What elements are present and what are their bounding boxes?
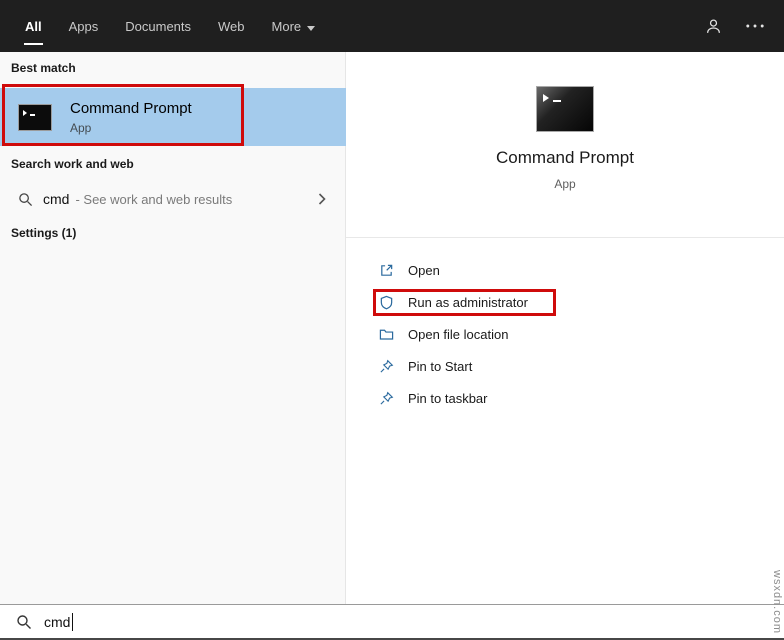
search-icon <box>18 192 33 207</box>
results-panel: Best match Command Prompt App Search wor… <box>0 52 346 604</box>
best-match-subtitle: App <box>70 120 92 135</box>
action-open-file-location-label: Open file location <box>408 326 509 342</box>
action-open-label: Open <box>408 262 440 278</box>
action-run-as-administrator[interactable]: Run as administrator <box>346 286 784 318</box>
search-input[interactable]: cmd <box>0 604 784 640</box>
app-title: Command Prompt <box>496 148 634 167</box>
tab-more[interactable]: More <box>271 0 317 52</box>
tab-apps[interactable]: Apps <box>68 0 100 52</box>
app-hero: Command Prompt App <box>346 86 784 191</box>
chevron-right-icon[interactable] <box>318 192 326 210</box>
tab-all[interactable]: All <box>24 0 43 52</box>
action-pin-to-start[interactable]: Pin to Start <box>346 350 784 382</box>
tab-more-label: More <box>271 18 302 34</box>
folder-icon <box>379 327 394 342</box>
command-prompt-icon <box>18 103 52 131</box>
prompt-chevron-shape <box>23 109 27 116</box>
best-match-header: Best match <box>11 61 76 75</box>
web-suggestion-row[interactable]: cmd - See work and web results <box>0 181 346 217</box>
action-pin-to-taskbar-label: Pin to taskbar <box>408 390 488 406</box>
action-open[interactable]: Open <box>346 254 784 286</box>
filter-tabs: All Apps Documents Web More <box>24 0 316 52</box>
action-pin-to-start-label: Pin to Start <box>408 358 473 374</box>
suggestion-hint: - See work and web results <box>75 191 233 207</box>
topbar-actions <box>705 18 764 35</box>
best-match-result-command-prompt[interactable]: Command Prompt App <box>0 88 346 146</box>
command-prompt-icon-large <box>536 86 594 132</box>
text-caret <box>72 612 74 631</box>
pin-icon <box>379 391 394 406</box>
best-match-title: Command Prompt <box>70 99 192 117</box>
search-input-value: cmd <box>44 613 71 630</box>
suggestion-query: cmd <box>43 191 70 207</box>
settings-section-header[interactable]: Settings (1) <box>11 226 76 240</box>
action-list: Open Run as administrator Open file loca… <box>346 254 784 414</box>
open-icon <box>379 263 394 278</box>
ellipsis-icon[interactable] <box>746 24 764 28</box>
action-pin-to-taskbar[interactable]: Pin to taskbar <box>346 382 784 414</box>
preview-panel: Command Prompt App Open Run as administr… <box>346 52 784 604</box>
chevron-down-icon <box>307 19 316 34</box>
app-subtitle: App <box>554 177 576 191</box>
shield-icon <box>379 295 394 310</box>
pin-icon <box>379 359 394 374</box>
tab-web[interactable]: Web <box>217 0 246 52</box>
divider <box>346 237 784 238</box>
best-match-text: Command Prompt App <box>70 100 192 135</box>
search-work-web-header: Search work and web <box>11 157 134 171</box>
search-filter-bar: All Apps Documents Web More <box>0 0 784 52</box>
action-open-file-location[interactable]: Open file location <box>346 318 784 350</box>
search-icon <box>16 614 32 630</box>
user-icon[interactable] <box>705 18 722 35</box>
action-run-admin-label: Run as administrator <box>408 294 528 310</box>
tab-documents[interactable]: Documents <box>124 0 192 52</box>
prompt-underscore-shape <box>30 113 35 116</box>
prompt-chevron-shape <box>543 94 549 102</box>
windows-search-flyout: All Apps Documents Web More Best match C… <box>0 0 784 640</box>
watermark-text: wsxdn.com <box>771 569 783 634</box>
prompt-underscore-shape <box>553 100 561 102</box>
